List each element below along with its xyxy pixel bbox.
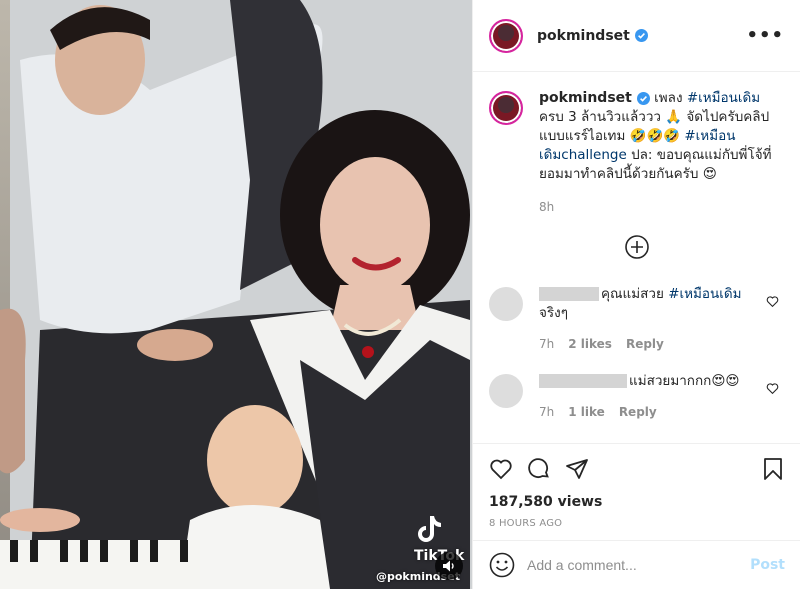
caption-hashtag-1[interactable]: #เหมือนเดิม [687, 90, 760, 106]
comment-text: คุณแม่สวย [601, 286, 669, 302]
like-heart-icon[interactable] [489, 457, 513, 481]
caption-author-avatar[interactable] [489, 91, 523, 125]
comment-like-heart-icon[interactable] [766, 295, 779, 308]
comment-like-heart-icon[interactable] [766, 382, 779, 395]
emoji-smiley-icon[interactable] [489, 552, 515, 578]
comments-section[interactable]: pokmindset เพลง #เหมือนเดิม ครบ 3 ล้านวิ… [473, 73, 800, 443]
verified-badge-icon [636, 91, 650, 105]
caption-username[interactable]: pokmindset [539, 90, 632, 106]
comment-likes[interactable]: 2 likes [568, 337, 612, 351]
load-more-comments-icon[interactable] [625, 235, 649, 259]
tiktok-logo-icon [418, 516, 441, 542]
comment-item: คุณแม่สวย #เหมือนเดิม จริงๆ 7h 2 likes Rep… [473, 285, 800, 354]
comment-time[interactable]: 7h [539, 405, 554, 419]
post-time-ago[interactable]: 8 HOURS AGO [489, 518, 785, 529]
verified-badge-icon [634, 29, 648, 42]
caption-timestamp[interactable]: 8h [539, 198, 779, 217]
comment-reply-button[interactable]: Reply [619, 405, 657, 419]
post-header: pokmindset ••• [473, 0, 800, 72]
add-comment-input[interactable] [527, 557, 751, 573]
post-media[interactable]: TikTok @pokmindset [0, 0, 472, 589]
more-options-button[interactable]: ••• [746, 25, 784, 46]
add-comment-bar: Post [473, 540, 800, 589]
speaker-icon [443, 560, 454, 572]
comment-text: แม่สวยมากกก😍😍 [629, 373, 740, 389]
caption-text-1: เพลง [654, 90, 687, 106]
commenter-avatar[interactable] [489, 287, 523, 321]
sound-toggle-button[interactable] [435, 552, 463, 580]
save-bookmark-icon[interactable] [761, 457, 785, 481]
comment-reply-button[interactable]: Reply [626, 337, 664, 351]
post-side-panel: pokmindset ••• pokmindset เพลง #เหมือนเด… [472, 0, 800, 589]
post-comment-button[interactable]: Post [750, 557, 785, 573]
commenter-avatar[interactable] [489, 374, 523, 408]
comment-item: แม่สวยมากกก😍😍 7h 1 like Reply [473, 372, 800, 422]
comment-hashtag[interactable]: #เหมือนเดิม [668, 286, 741, 302]
comment-time[interactable]: 7h [539, 337, 554, 351]
author-avatar[interactable] [489, 18, 523, 53]
comment-text-after: จริงๆ [539, 305, 569, 321]
post-caption: pokmindset เพลง #เหมือนเดิม ครบ 3 ล้านวิ… [473, 73, 800, 217]
view-count[interactable]: 187,580 views [489, 494, 785, 510]
post-actions: 187,580 views 8 HOURS AGO [473, 443, 800, 529]
author-username[interactable]: pokmindset [537, 28, 630, 44]
comment-likes[interactable]: 1 like [568, 405, 605, 419]
comment-bubble-icon[interactable] [527, 457, 551, 481]
commenter-username-redacted[interactable] [539, 287, 599, 301]
commenter-username-redacted[interactable] [539, 374, 627, 388]
share-paper-plane-icon[interactable] [565, 457, 589, 481]
post-photo [0, 0, 472, 589]
